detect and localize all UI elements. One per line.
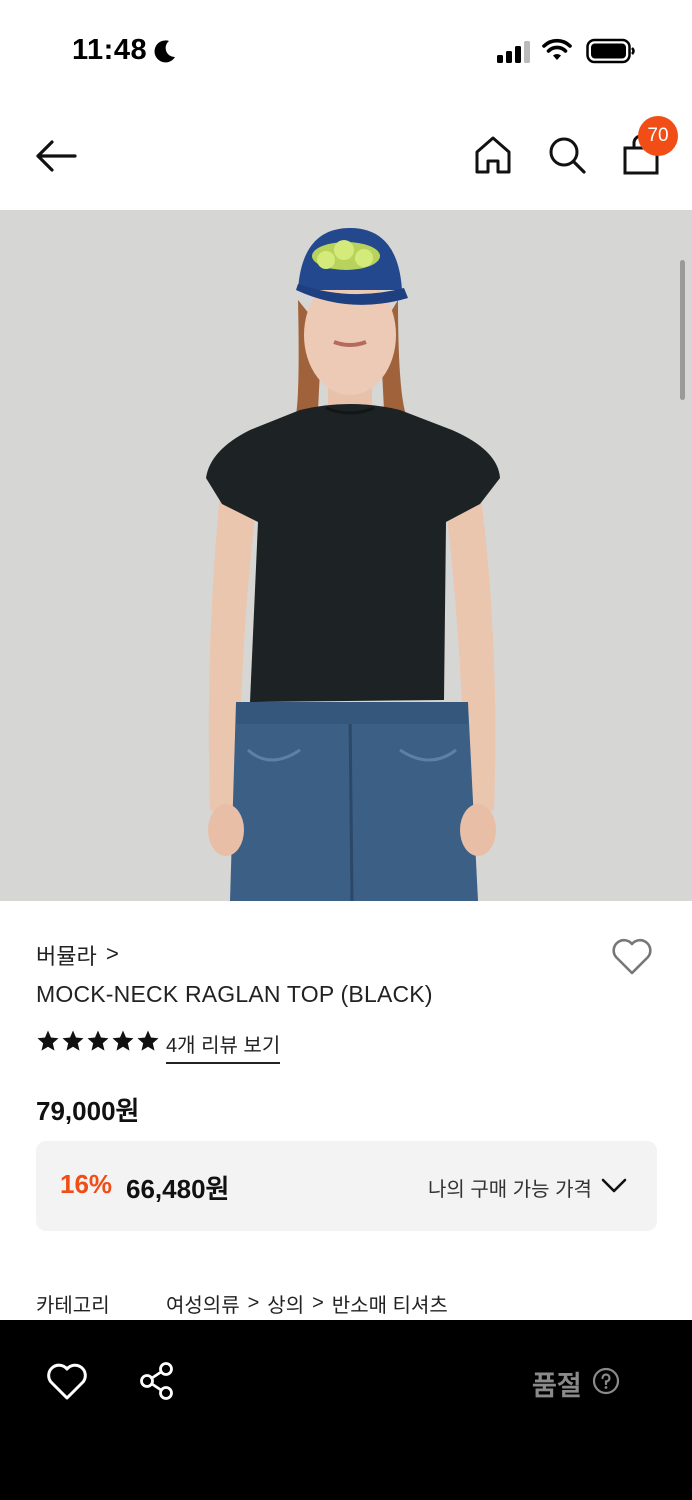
discount-box[interactable]: 16% 66,480원 나의 구매 가능 가격	[36, 1141, 657, 1231]
brand-chevron-icon: >	[106, 941, 119, 966]
discount-percent: 16%	[60, 1169, 113, 1199]
product-name: MOCK-NECK RAGLAN TOP (BLACK)	[36, 981, 433, 1007]
model-photo	[0, 210, 692, 901]
back-arrow-icon[interactable]	[32, 136, 80, 176]
share-icon[interactable]	[136, 1360, 178, 1402]
discount-price: 66,480원	[126, 1174, 230, 1204]
home-icon[interactable]	[470, 132, 516, 178]
help-icon[interactable]	[592, 1367, 620, 1395]
product-image[interactable]	[0, 210, 692, 901]
scroll-indicator[interactable]	[680, 260, 685, 400]
heart-icon[interactable]	[46, 1362, 88, 1402]
bottom-action-bar: 품절	[0, 1320, 692, 1500]
top-nav	[0, 100, 692, 210]
category-breadcrumb: 여성의류 > 상의 > 반소매 티셔츠	[166, 1289, 448, 1318]
breadcrumb-separator: >	[247, 1292, 260, 1314]
sold-out-label: 품절	[532, 1371, 582, 1401]
rating-stars	[36, 1029, 160, 1053]
original-price: 79,000원	[36, 1096, 140, 1126]
moon-icon	[154, 40, 175, 63]
category-link[interactable]: 상의	[267, 1289, 304, 1318]
wifi-icon	[542, 38, 572, 60]
star-icon	[87, 1030, 109, 1051]
category-link[interactable]: 여성의류	[166, 1289, 240, 1318]
status-bar: 11:48	[0, 0, 692, 100]
review-link[interactable]: 4개 리뷰 보기	[166, 1029, 281, 1064]
brand-link[interactable]: 버뮬라	[36, 939, 97, 971]
battery-icon	[586, 38, 635, 64]
wishlist-heart-icon[interactable]	[610, 937, 654, 977]
category-link[interactable]: 반소매 티셔츠	[332, 1289, 448, 1318]
search-icon[interactable]	[544, 132, 590, 178]
star-icon	[37, 1030, 59, 1051]
chevron-down-icon[interactable]	[600, 1173, 628, 1199]
my-price-label: 나의 구매 가능 가격	[428, 1179, 592, 1201]
star-icon	[112, 1030, 134, 1051]
status-time: 11:48	[72, 34, 148, 66]
breadcrumb-separator: >	[312, 1292, 324, 1314]
cart-count-badge: 70	[638, 116, 678, 156]
category-label: 카테고리	[36, 1295, 110, 1317]
cellular-signal-icon	[497, 41, 530, 63]
star-icon	[137, 1030, 159, 1051]
star-icon	[62, 1030, 84, 1051]
product-info: 버뮬라 > MOCK-NECK RAGLAN TOP (BLACK) 4개 리뷰…	[0, 901, 692, 1321]
